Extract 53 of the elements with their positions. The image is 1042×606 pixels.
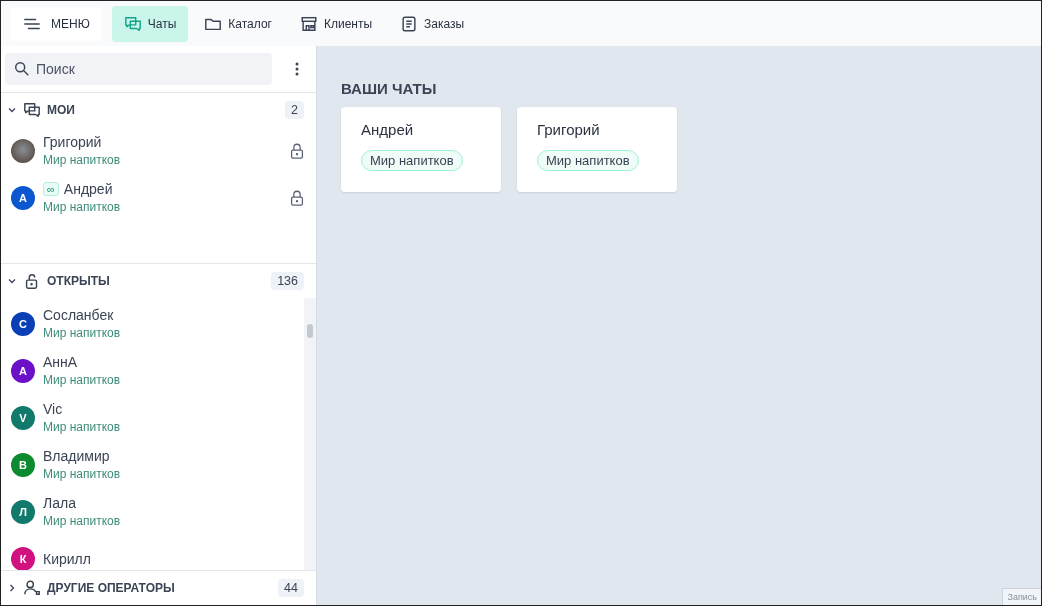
scrollbar[interactable] bbox=[304, 298, 316, 570]
avatar: К bbox=[11, 546, 35, 570]
nav-tab[interactable]: Чаты bbox=[111, 5, 189, 42]
contact-subtitle: Мир напитков bbox=[43, 420, 122, 434]
tag-chip: Мир напитков bbox=[537, 150, 639, 171]
section-heading: ВАШИ ЧАТЫ bbox=[341, 80, 438, 97]
chat-card[interactable]: Андрей Мир напитков bbox=[341, 107, 501, 192]
contact-name[interactable]: Григорий bbox=[43, 134, 102, 150]
count-badge: 44 bbox=[278, 579, 304, 597]
contact-subtitle: Мир напитков bbox=[43, 153, 122, 167]
contact-subtitle: Мир напитков bbox=[43, 467, 122, 481]
chat-card[interactable]: Григорий Мир напитков bbox=[517, 107, 677, 192]
avatar: В bbox=[11, 452, 35, 477]
section-title: ДРУГИЕ ОПЕРАТОРЫ bbox=[47, 581, 175, 595]
contact-name[interactable]: Vic bbox=[43, 401, 63, 417]
nav-tab[interactable]: Клиенты bbox=[287, 5, 385, 42]
menu-button[interactable]: МЕНЮ bbox=[11, 6, 102, 41]
person-icon bbox=[23, 579, 41, 597]
section-header[interactable]: МОИ 2 bbox=[1, 93, 316, 127]
section-header[interactable]: ОТКРЫТЫ 136 bbox=[1, 264, 316, 298]
infinity-badge: ∞ bbox=[43, 182, 59, 196]
contact-name[interactable]: Сосланбек bbox=[43, 307, 114, 323]
contact-name[interactable]: АннА bbox=[43, 354, 78, 370]
contact-name[interactable]: Кирилл bbox=[43, 550, 91, 567]
avatar: V bbox=[11, 405, 35, 430]
contact-subtitle: Мир напитков bbox=[43, 514, 122, 528]
search-field[interactable]: Поиск bbox=[5, 53, 272, 85]
search-icon bbox=[13, 60, 31, 78]
chat-bubbles-icon bbox=[23, 101, 41, 119]
count-badge: 2 bbox=[285, 101, 304, 119]
card-name: Григорий bbox=[537, 121, 600, 138]
contact-name[interactable]: Андрей bbox=[63, 181, 113, 197]
contact-subtitle: Мир напитков bbox=[43, 326, 122, 340]
tag-chip: Мир напитков bbox=[361, 150, 463, 171]
card-name: Андрей bbox=[361, 121, 414, 138]
avatar-photo bbox=[11, 138, 35, 163]
avatar: Л bbox=[11, 499, 35, 524]
chat-bubbles-icon bbox=[123, 14, 142, 33]
section-header[interactable]: ДРУГИЕ ОПЕРАТОРЫ 44 bbox=[1, 571, 316, 605]
contact-subtitle: Мир напитков bbox=[43, 200, 122, 214]
document-icon bbox=[400, 14, 419, 33]
count-badge: 136 bbox=[271, 272, 304, 290]
section-title: МОИ bbox=[47, 103, 75, 117]
contact-subtitle: Мир напитков bbox=[43, 373, 122, 387]
avatar: А bbox=[11, 358, 35, 383]
store-icon bbox=[299, 14, 318, 33]
contact-name[interactable]: Лала bbox=[43, 495, 76, 511]
avatar: С bbox=[11, 311, 35, 336]
contact-name[interactable]: Владимир bbox=[43, 448, 110, 464]
nav-tab[interactable]: Заказы bbox=[388, 5, 477, 42]
section-title: ОТКРЫТЫ bbox=[47, 274, 110, 288]
avatar: А bbox=[11, 185, 35, 210]
nav-tab[interactable]: Каталог bbox=[192, 5, 284, 42]
